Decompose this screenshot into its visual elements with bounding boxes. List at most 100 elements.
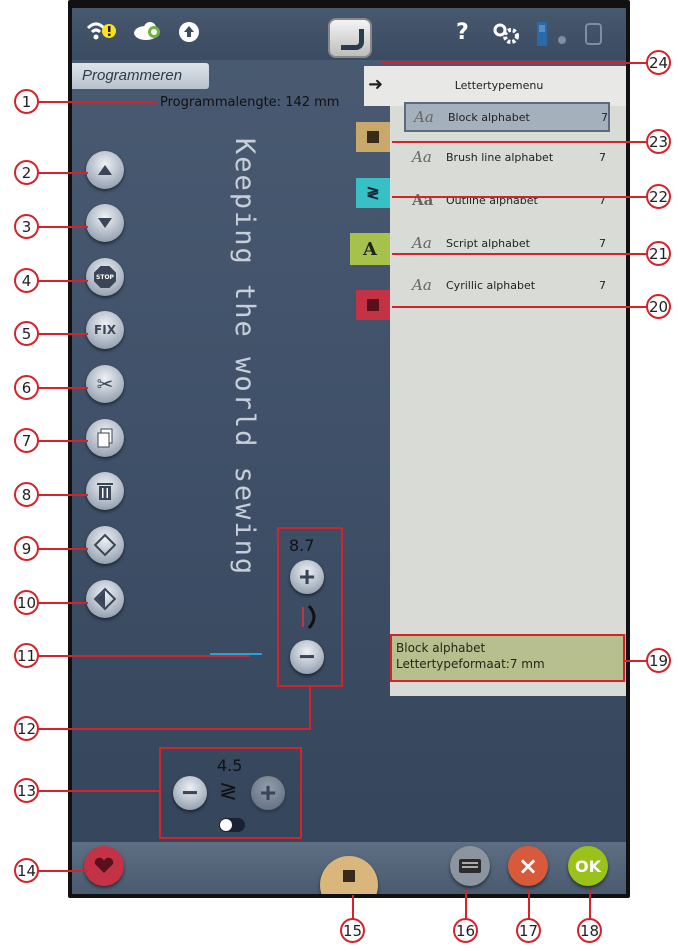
stop-button[interactable]: STOP bbox=[86, 258, 124, 296]
font-count: 7 bbox=[599, 150, 606, 164]
font-count: 7 bbox=[599, 278, 606, 292]
trash-icon bbox=[97, 483, 113, 500]
callout-5: 5 bbox=[14, 321, 39, 346]
callout-line-5 bbox=[38, 333, 88, 335]
cut-button[interactable]: ✂ bbox=[86, 365, 124, 403]
keyboard-button[interactable] bbox=[450, 846, 490, 886]
zigzag-icon: ≷ bbox=[366, 185, 380, 202]
font-name: Brush line alphabet bbox=[446, 150, 554, 164]
font-preview: Aa bbox=[412, 276, 432, 294]
stitch-menu-button[interactable] bbox=[320, 856, 378, 894]
fix-button[interactable]: FIX bbox=[86, 311, 124, 349]
presser-foot-icon[interactable] bbox=[534, 22, 552, 50]
callout-12: 12 bbox=[14, 716, 39, 741]
heart-icon bbox=[367, 299, 379, 311]
font-count: 7 bbox=[601, 110, 608, 124]
upload-icon[interactable] bbox=[178, 21, 200, 47]
tab-stitch-menu[interactable] bbox=[356, 122, 390, 152]
copy-button[interactable] bbox=[86, 419, 124, 457]
keyboard-icon bbox=[459, 859, 481, 873]
font-preview: Aa bbox=[412, 234, 432, 252]
callout-line-9 bbox=[38, 548, 88, 550]
callout-line-12 bbox=[38, 728, 311, 730]
callout-line-8 bbox=[38, 494, 88, 496]
fix-label: FIX bbox=[94, 323, 116, 337]
program-length: Programmalengte: 142 mm bbox=[160, 95, 340, 110]
move-up-button[interactable] bbox=[86, 151, 124, 189]
tablet-icon[interactable] bbox=[584, 22, 604, 50]
stop-icon: STOP bbox=[94, 266, 116, 288]
callout-14: 14 bbox=[14, 858, 39, 883]
scissors-icon: ✂ bbox=[96, 372, 114, 396]
font-preview: Aa bbox=[412, 191, 434, 209]
font-name: Block alphabet bbox=[448, 110, 530, 124]
callout-line-4 bbox=[38, 280, 88, 282]
callout-line-24 bbox=[382, 62, 647, 64]
heart-cloud-icon bbox=[94, 857, 114, 873]
bottom-bar: × OK bbox=[72, 842, 626, 894]
ok-button[interactable]: OK bbox=[568, 846, 608, 886]
callout-4: 4 bbox=[14, 268, 39, 293]
callout-line-23 bbox=[392, 141, 647, 143]
callout-line-7 bbox=[38, 440, 88, 442]
stitch-menu-icon bbox=[343, 870, 355, 882]
gear-icon[interactable] bbox=[492, 22, 520, 48]
callout-20: 20 bbox=[646, 294, 671, 319]
help-icon[interactable]: ? bbox=[456, 20, 469, 45]
callout-line-13 bbox=[38, 790, 160, 792]
callout-16: 16 bbox=[453, 918, 478, 943]
callout-13: 13 bbox=[14, 778, 39, 803]
sewn-text-preview[interactable]: Keeping the world sewing bbox=[216, 138, 260, 728]
callout-3: 3 bbox=[14, 214, 39, 239]
stitch-menu-icon bbox=[367, 131, 379, 143]
home-button[interactable] bbox=[328, 18, 372, 58]
font-item-block[interactable]: Aa Block alphabet 7 bbox=[404, 102, 610, 132]
callout-line-17 bbox=[528, 890, 530, 919]
font-item-brush[interactable]: Aa Brush line alphabet 7 bbox=[404, 142, 610, 172]
cancel-button[interactable]: × bbox=[508, 846, 548, 886]
callout-line-6 bbox=[38, 387, 88, 389]
font-item-cyrillic[interactable]: Aa Cyrillic alphabet 7 bbox=[404, 270, 610, 300]
designs-button[interactable] bbox=[84, 846, 124, 886]
callout-23: 23 bbox=[646, 129, 671, 154]
callout-line-10 bbox=[38, 602, 88, 604]
callout-line-1 bbox=[38, 101, 158, 103]
font-item-outline[interactable]: Aa Outline alphabet 7 bbox=[404, 185, 610, 215]
callout-18: 18 bbox=[577, 918, 602, 943]
callout-line-3 bbox=[38, 226, 88, 228]
callout-line-15 bbox=[352, 895, 354, 919]
mirror-end-button[interactable] bbox=[86, 580, 124, 618]
callout-8: 8 bbox=[14, 482, 39, 507]
close-icon: × bbox=[517, 852, 539, 880]
mirror-side-icon bbox=[93, 533, 117, 557]
callout-line-21 bbox=[392, 253, 647, 255]
callout-19: 19 bbox=[646, 648, 671, 673]
tab-alphabets[interactable]: A bbox=[350, 233, 390, 265]
callout-15: 15 bbox=[340, 918, 365, 943]
callout-11: 11 bbox=[14, 643, 39, 668]
delete-button[interactable] bbox=[86, 472, 124, 510]
callout-9: 9 bbox=[14, 536, 39, 561]
tab-designs[interactable] bbox=[356, 290, 390, 320]
callout-1: 1 bbox=[14, 89, 39, 114]
callout-24: 24 bbox=[646, 50, 671, 75]
alphabet-tab-label: A bbox=[363, 238, 377, 260]
mirror-side-button[interactable] bbox=[86, 526, 124, 564]
arrow-right-icon[interactable]: ➜ bbox=[368, 74, 383, 95]
move-down-button[interactable] bbox=[86, 204, 124, 242]
ok-label: OK bbox=[575, 856, 601, 876]
callout-box-13 bbox=[159, 747, 302, 839]
callout-17: 17 bbox=[516, 918, 541, 943]
callout-line-20 bbox=[392, 306, 647, 308]
tab-stitches[interactable]: ≷ bbox=[356, 178, 390, 208]
wifi-warning-icon[interactable] bbox=[86, 20, 116, 47]
font-preview: Aa bbox=[412, 148, 432, 166]
mirror-end-icon bbox=[93, 587, 117, 611]
callout-2: 2 bbox=[14, 160, 39, 185]
callout-7: 7 bbox=[14, 428, 39, 453]
font-name: Script alphabet bbox=[446, 236, 530, 250]
callout-line-22 bbox=[392, 196, 647, 198]
font-name: Cyrillic alphabet bbox=[446, 278, 536, 292]
callout-line-2 bbox=[38, 172, 88, 174]
cloud-sync-icon[interactable] bbox=[132, 20, 164, 46]
